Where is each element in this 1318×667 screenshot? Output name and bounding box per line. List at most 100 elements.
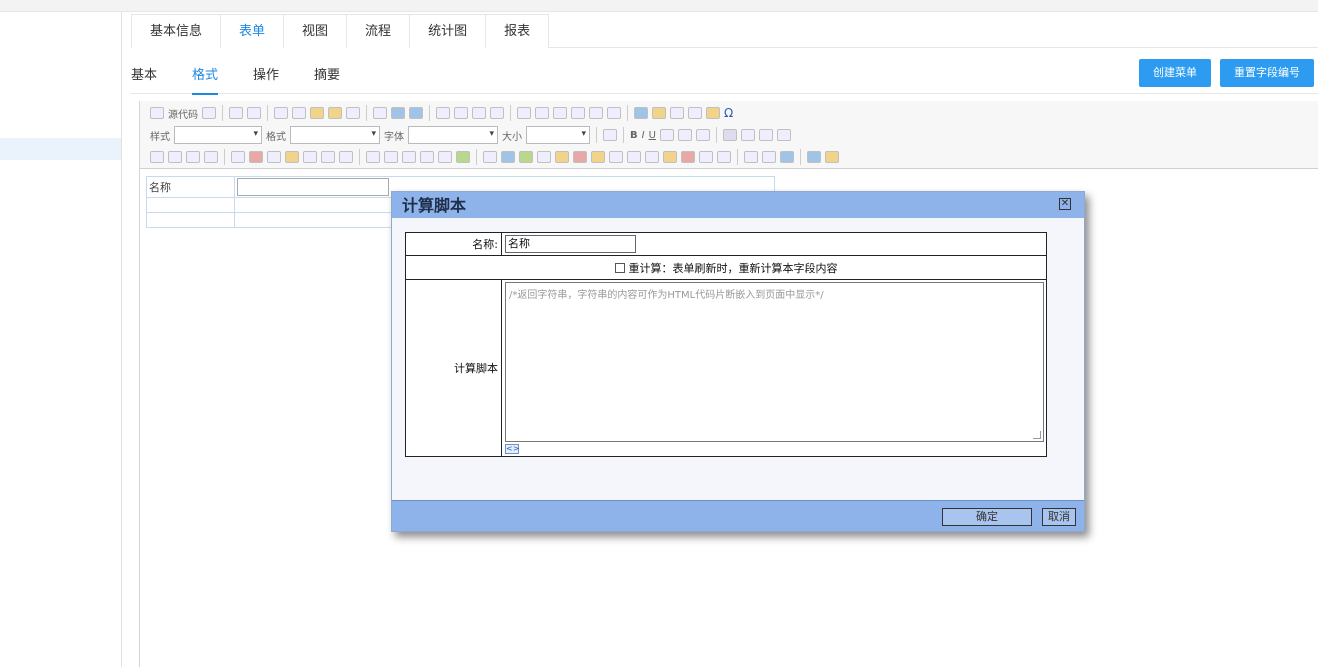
name-input[interactable]: 名称 xyxy=(505,235,636,253)
cancel-button[interactable]: 取消 xyxy=(1042,508,1076,526)
source-icon[interactable] xyxy=(150,107,164,119)
calendar-icon[interactable] xyxy=(249,151,263,163)
subtab-format[interactable]: 格式 xyxy=(192,64,219,95)
align-right-icon[interactable] xyxy=(758,129,773,141)
find-icon[interactable] xyxy=(436,107,450,119)
script-icon[interactable] xyxy=(438,151,452,163)
paste-icon[interactable] xyxy=(310,107,324,119)
template-icon[interactable] xyxy=(202,107,216,119)
subtab-basic[interactable]: 基本 xyxy=(131,64,157,83)
field-icon[interactable] xyxy=(384,151,398,163)
paste-word-icon[interactable] xyxy=(346,107,360,119)
bulleted-list-icon[interactable] xyxy=(535,107,549,119)
camera-icon[interactable] xyxy=(645,151,659,163)
format-select[interactable] xyxy=(290,126,380,144)
image-icon[interactable] xyxy=(634,107,648,119)
folder-icon[interactable] xyxy=(402,151,416,163)
recalc-checkbox[interactable] xyxy=(614,262,625,273)
tab-form[interactable]: 表单 xyxy=(220,14,285,48)
bg-color-icon[interactable] xyxy=(825,151,839,163)
spellcheck-icon[interactable] xyxy=(373,107,387,119)
view-icon[interactable] xyxy=(420,151,434,163)
circle-icon[interactable] xyxy=(663,151,677,163)
tab-view[interactable]: 视图 xyxy=(283,14,348,48)
ok-button[interactable]: 确定 xyxy=(942,508,1032,526)
subtab-operation[interactable]: 操作 xyxy=(253,64,279,83)
print-icon[interactable] xyxy=(247,107,261,119)
create-menu-button[interactable]: 创建菜单 xyxy=(1139,59,1211,87)
close-icon[interactable]: ✕ xyxy=(1059,198,1071,210)
align-center-icon[interactable] xyxy=(740,129,755,141)
unlink-icon[interactable] xyxy=(762,151,776,163)
special-char-icon[interactable]: Ω xyxy=(724,106,733,120)
select-all-icon[interactable] xyxy=(472,107,486,119)
div-icon[interactable] xyxy=(607,107,621,119)
outdent-icon[interactable] xyxy=(553,107,567,119)
dept-icon[interactable] xyxy=(285,151,299,163)
line-icon[interactable] xyxy=(717,151,731,163)
chart-icon[interactable] xyxy=(573,151,587,163)
pen-icon[interactable] xyxy=(591,151,605,163)
preview-icon[interactable] xyxy=(229,107,243,119)
copy-icon[interactable] xyxy=(292,107,306,119)
list-icon[interactable] xyxy=(339,151,353,163)
blockquote-icon[interactable] xyxy=(589,107,603,119)
form-name-input[interactable] xyxy=(237,178,389,196)
align-justify-icon[interactable] xyxy=(776,129,791,141)
horizontal-rule-icon[interactable] xyxy=(688,107,702,119)
size-select[interactable] xyxy=(526,126,590,144)
barcode-icon[interactable] xyxy=(627,151,641,163)
tab-flow[interactable]: 流程 xyxy=(346,14,411,48)
superscript-icon[interactable] xyxy=(695,129,710,141)
numbered-list-icon[interactable] xyxy=(517,107,531,119)
code-toggle-icon[interactable]: <> xyxy=(505,444,519,454)
paste-text-icon[interactable] xyxy=(328,107,342,119)
cut-icon[interactable] xyxy=(274,107,288,119)
grid-icon[interactable] xyxy=(456,151,470,163)
subtab-summary[interactable]: 摘要 xyxy=(314,64,340,83)
textfield-icon[interactable] xyxy=(186,151,200,163)
media-icon[interactable] xyxy=(537,151,551,163)
tab-chart[interactable]: 统计图 xyxy=(409,14,487,48)
text-color-icon[interactable] xyxy=(807,151,821,163)
bold-button[interactable]: B xyxy=(630,130,638,141)
link-icon[interactable] xyxy=(303,151,317,163)
underline-button[interactable]: U xyxy=(649,130,656,141)
tab-basic-info[interactable]: 基本信息 xyxy=(131,14,222,48)
script-textarea[interactable]: /*返回字符串，字符串的内容可作为HTML代码片断嵌入到页面中显示*/ xyxy=(505,282,1044,442)
strike-icon[interactable] xyxy=(659,129,674,141)
anchor-icon[interactable] xyxy=(780,151,794,163)
edit-icon[interactable] xyxy=(483,151,497,163)
number-icon[interactable] xyxy=(699,151,713,163)
cube-icon[interactable] xyxy=(501,151,515,163)
table-icon[interactable] xyxy=(670,107,684,119)
checkbox-icon[interactable] xyxy=(150,151,164,163)
resize-grip-icon[interactable] xyxy=(1033,431,1041,439)
replace-icon[interactable] xyxy=(454,107,468,119)
qrcode-icon[interactable] xyxy=(609,151,623,163)
flash-icon[interactable] xyxy=(652,107,666,119)
select-icon[interactable] xyxy=(231,151,245,163)
reset-field-number-button[interactable]: 重置字段编号 xyxy=(1220,59,1314,87)
maximize-icon[interactable] xyxy=(603,129,617,141)
button-icon[interactable] xyxy=(366,151,380,163)
textarea-icon[interactable] xyxy=(204,151,218,163)
tab-report[interactable]: 报表 xyxy=(485,14,550,48)
font-select[interactable] xyxy=(408,126,498,144)
align-left-icon[interactable] xyxy=(722,129,737,141)
remove-format-icon[interactable] xyxy=(490,107,504,119)
radio-icon[interactable] xyxy=(168,151,182,163)
subscript-icon[interactable] xyxy=(677,129,692,141)
style-select[interactable] xyxy=(174,126,262,144)
stamp-icon[interactable] xyxy=(681,151,695,163)
undo-icon[interactable] xyxy=(391,107,405,119)
photo-icon[interactable] xyxy=(519,151,533,163)
user-icon[interactable] xyxy=(267,151,281,163)
redo-icon[interactable] xyxy=(409,107,423,119)
chain-icon[interactable] xyxy=(744,151,758,163)
tree-icon[interactable] xyxy=(321,151,335,163)
italic-button[interactable]: I xyxy=(642,130,645,141)
attachment-icon[interactable] xyxy=(555,151,569,163)
sidebar-selected-item[interactable] xyxy=(0,138,121,160)
source-button[interactable]: 源代码 xyxy=(168,106,198,121)
